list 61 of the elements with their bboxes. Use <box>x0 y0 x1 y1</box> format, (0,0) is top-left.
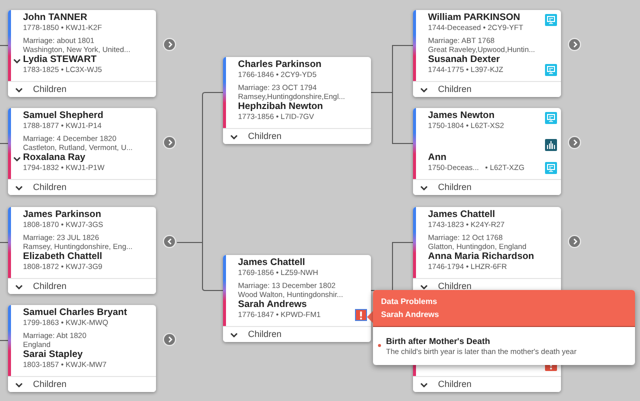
person-name: James Newton <box>428 111 496 122</box>
person-name: Sarah Andrews <box>381 309 440 321</box>
chevron-icon <box>420 382 428 388</box>
chevron-icon <box>15 284 23 290</box>
person-name: Hephzibah Newton <box>238 102 324 113</box>
children-toggle[interactable]: Children <box>223 326 371 342</box>
chevron-icon <box>230 134 238 140</box>
connector-line <box>0 45 8 46</box>
connector-line <box>0 143 8 144</box>
person-name: James Parkinson <box>23 210 102 221</box>
bullet-icon <box>378 344 381 347</box>
person-name: Susanah Dexter <box>428 55 501 66</box>
person-name: Anna Maria Richardson <box>428 252 534 263</box>
children-toggle[interactable]: Children <box>8 81 156 97</box>
chevron-icon <box>572 238 578 245</box>
children-toggle[interactable]: Children <box>413 179 561 195</box>
person-name: John TANNER <box>23 13 88 24</box>
temple-icon[interactable] <box>545 139 557 151</box>
chevron-icon <box>166 139 172 146</box>
person-name: Roxalana Ray <box>23 153 86 164</box>
expand-button[interactable] <box>163 333 176 346</box>
problem-title: Birth after Mother's Death <box>386 336 492 347</box>
expand-button[interactable] <box>163 38 176 51</box>
person-name: James Chattell <box>238 258 306 269</box>
chevron-icon <box>15 184 23 190</box>
person-name: Lydia STEWART <box>23 55 98 66</box>
person-name: Ann <box>428 153 448 164</box>
person-name: Samuel Charles Bryant <box>23 308 128 319</box>
person-name: Sarai Stapley <box>23 350 84 361</box>
person-name: James Chattell <box>428 210 496 221</box>
children-toggle[interactable]: Children <box>8 376 156 392</box>
chevron-icon <box>572 139 578 146</box>
chevron-icon <box>572 41 578 48</box>
connector-line <box>0 340 8 341</box>
expand-button[interactable] <box>163 235 176 248</box>
chevron-icon <box>420 86 428 92</box>
popup-title: Data Problems <box>381 296 438 308</box>
children-toggle[interactable]: Children <box>413 376 561 392</box>
chevron-icon <box>166 41 172 48</box>
chevron-icon <box>420 284 428 290</box>
chevron-icon <box>230 332 238 338</box>
expand-button[interactable] <box>568 235 581 248</box>
person-name: Elizabeth Chattell <box>23 252 104 263</box>
chevron-icon <box>15 86 23 92</box>
children-toggle[interactable]: Children <box>8 179 156 195</box>
warning-icon[interactable] <box>355 309 367 321</box>
chevron-icon <box>15 382 23 388</box>
chevron-icon <box>166 238 172 245</box>
expand-button[interactable] <box>568 38 581 51</box>
person-name: William PARKINSON <box>428 13 522 24</box>
children-toggle[interactable]: Children <box>8 278 156 294</box>
children-toggle[interactable]: Children <box>413 81 561 97</box>
person-name: Samuel Shepherd <box>23 111 104 122</box>
children-toggle[interactable]: Children <box>223 128 371 144</box>
person-name: Sarah Andrews <box>238 300 308 311</box>
chevron-icon <box>166 336 172 343</box>
expand-button[interactable] <box>163 136 176 149</box>
person-name: Charles Parkinson <box>238 60 322 71</box>
expand-button[interactable] <box>568 136 581 149</box>
connector-line <box>0 242 8 243</box>
chevron-icon <box>420 184 428 190</box>
